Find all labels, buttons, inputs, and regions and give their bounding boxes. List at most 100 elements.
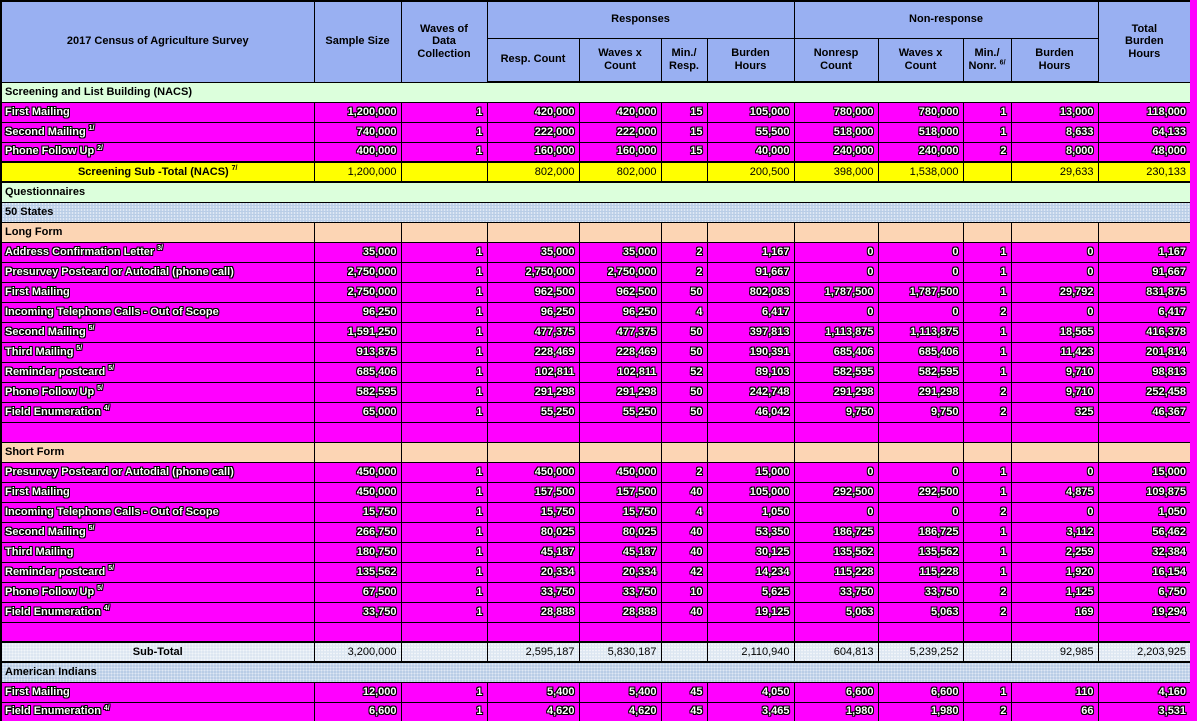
row-label[interactable]: Second Mailing 5/ bbox=[1, 522, 314, 542]
cell-value[interactable]: 1,125 bbox=[1011, 582, 1098, 602]
cell-value[interactable]: 242,748 bbox=[707, 382, 794, 402]
row-label[interactable]: Reminder postcard 5/ bbox=[1, 562, 314, 582]
cell-value[interactable]: 55,500 bbox=[707, 122, 794, 142]
cell-value[interactable]: 20,334 bbox=[579, 562, 661, 582]
cell-value[interactable]: 91,667 bbox=[707, 262, 794, 282]
cell-value[interactable] bbox=[314, 622, 401, 642]
cell-value[interactable]: 1 bbox=[401, 322, 487, 342]
cell-value[interactable]: 9,750 bbox=[794, 402, 878, 422]
cell-value[interactable]: 420,000 bbox=[487, 102, 579, 122]
cell-value[interactable]: 1 bbox=[401, 502, 487, 522]
cell-value[interactable]: 4,875 bbox=[1011, 482, 1098, 502]
cell-value[interactable]: 1 bbox=[963, 462, 1011, 482]
subtotal-label[interactable]: Screening Sub -Total (NACS) 7/ bbox=[1, 162, 314, 182]
cell-value[interactable]: 398,000 bbox=[794, 162, 878, 182]
cell-value[interactable] bbox=[661, 222, 707, 242]
cell-value[interactable]: 5,830,187 bbox=[579, 642, 661, 662]
cell-value[interactable]: 0 bbox=[878, 462, 963, 482]
cell-value[interactable]: 416,378 bbox=[1098, 322, 1191, 342]
cell-value[interactable] bbox=[878, 622, 963, 642]
cell-value[interactable] bbox=[314, 222, 401, 242]
cell-value[interactable]: 2,595,187 bbox=[487, 642, 579, 662]
cell-value[interactable]: 0 bbox=[878, 302, 963, 322]
cell-value[interactable]: 160,000 bbox=[487, 142, 579, 162]
cell-value[interactable]: 685,406 bbox=[794, 342, 878, 362]
cell-value[interactable] bbox=[579, 222, 661, 242]
row-label[interactable]: Second Mailing 5/ bbox=[1, 322, 314, 342]
row-label[interactable]: First Mailing bbox=[1, 682, 314, 702]
section-label[interactable]: Questionnaires bbox=[1, 182, 1191, 202]
cell-value[interactable]: 157,500 bbox=[579, 482, 661, 502]
cell-value[interactable]: 518,000 bbox=[878, 122, 963, 142]
cell-value[interactable]: 45 bbox=[661, 682, 707, 702]
section-label[interactable]: Screening and List Building (NACS) bbox=[1, 82, 1191, 102]
cell-value[interactable] bbox=[878, 422, 963, 442]
cell-value[interactable]: 52 bbox=[661, 362, 707, 382]
cell-value[interactable]: 450,000 bbox=[487, 462, 579, 482]
cell-value[interactable] bbox=[1098, 442, 1191, 462]
cell-value[interactable]: 8,000 bbox=[1011, 142, 1098, 162]
cell-value[interactable] bbox=[661, 642, 707, 662]
cell-value[interactable]: 1 bbox=[401, 342, 487, 362]
cell-value[interactable]: 11,423 bbox=[1011, 342, 1098, 362]
cell-value[interactable]: 28,888 bbox=[579, 602, 661, 622]
cell-value[interactable]: 110 bbox=[1011, 682, 1098, 702]
cell-value[interactable]: 180,750 bbox=[314, 542, 401, 562]
cell-value[interactable]: 6,600 bbox=[314, 702, 401, 721]
header-total-burden-hours[interactable]: Total Burden Hours bbox=[1098, 1, 1191, 82]
cell-value[interactable]: 230,133 bbox=[1098, 162, 1191, 182]
cell-value[interactable]: 1 bbox=[401, 122, 487, 142]
cell-value[interactable]: 582,595 bbox=[794, 362, 878, 382]
cell-value[interactable]: 80,025 bbox=[487, 522, 579, 542]
cell-value[interactable]: 0 bbox=[1011, 462, 1098, 482]
cell-value[interactable]: 190,391 bbox=[707, 342, 794, 362]
cell-value[interactable]: 3,465 bbox=[707, 702, 794, 721]
cell-value[interactable]: 780,000 bbox=[878, 102, 963, 122]
cell-value[interactable]: 46,042 bbox=[707, 402, 794, 422]
cell-value[interactable]: 780,000 bbox=[794, 102, 878, 122]
cell-value[interactable] bbox=[401, 442, 487, 462]
section-label[interactable]: Long Form bbox=[1, 222, 314, 242]
cell-value[interactable]: 89,103 bbox=[707, 362, 794, 382]
cell-value[interactable]: 135,562 bbox=[794, 542, 878, 562]
cell-value[interactable]: 50 bbox=[661, 282, 707, 302]
cell-value[interactable]: 4,050 bbox=[707, 682, 794, 702]
section-label[interactable]: American Indians bbox=[1, 662, 1191, 682]
section-label[interactable]: Short Form bbox=[1, 442, 314, 462]
cell-value[interactable]: 15 bbox=[661, 142, 707, 162]
header-group-responses[interactable]: Responses bbox=[487, 1, 794, 38]
cell-value[interactable]: 1 bbox=[401, 402, 487, 422]
cell-value[interactable] bbox=[1011, 222, 1098, 242]
cell-value[interactable]: 0 bbox=[1011, 262, 1098, 282]
cell-value[interactable]: 1 bbox=[401, 362, 487, 382]
cell-value[interactable]: 913,875 bbox=[314, 342, 401, 362]
cell-value[interactable]: 186,725 bbox=[878, 522, 963, 542]
cell-value[interactable]: 1 bbox=[401, 562, 487, 582]
cell-value[interactable]: 1 bbox=[401, 102, 487, 122]
header-nonresp-waves-x-count[interactable]: Waves x Count bbox=[878, 38, 963, 82]
cell-value[interactable]: 2 bbox=[963, 602, 1011, 622]
cell-value[interactable]: 1 bbox=[401, 242, 487, 262]
cell-value[interactable]: 1,787,500 bbox=[794, 282, 878, 302]
cell-value[interactable]: 169 bbox=[1011, 602, 1098, 622]
cell-value[interactable]: 46,367 bbox=[1098, 402, 1191, 422]
cell-value[interactable]: 135,562 bbox=[878, 542, 963, 562]
header-waves-of-data-collection[interactable]: Waves of Data Collection bbox=[401, 1, 487, 82]
cell-value[interactable]: 2 bbox=[963, 582, 1011, 602]
cell-value[interactable]: 56,462 bbox=[1098, 522, 1191, 542]
cell-value[interactable]: 9,710 bbox=[1011, 382, 1098, 402]
cell-value[interactable]: 2,750,000 bbox=[579, 262, 661, 282]
cell-value[interactable]: 4 bbox=[661, 302, 707, 322]
cell-value[interactable]: 4,620 bbox=[487, 702, 579, 721]
cell-value[interactable]: 14,234 bbox=[707, 562, 794, 582]
row-label[interactable]: First Mailing bbox=[1, 102, 314, 122]
cell-value[interactable]: 8,633 bbox=[1011, 122, 1098, 142]
cell-value[interactable] bbox=[707, 622, 794, 642]
cell-value[interactable]: 222,000 bbox=[487, 122, 579, 142]
cell-value[interactable]: 2,750,000 bbox=[314, 262, 401, 282]
cell-value[interactable]: 5,400 bbox=[487, 682, 579, 702]
cell-value[interactable]: 40 bbox=[661, 522, 707, 542]
cell-value[interactable]: 18,565 bbox=[1011, 322, 1098, 342]
cell-value[interactable]: 30,125 bbox=[707, 542, 794, 562]
cell-value[interactable] bbox=[401, 422, 487, 442]
